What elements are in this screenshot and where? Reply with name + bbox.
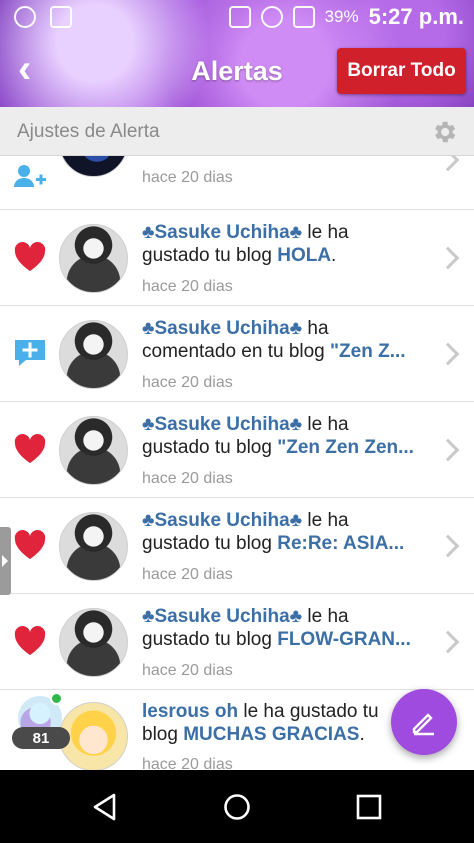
chevron-right-icon (436, 246, 460, 270)
avatar[interactable] (59, 320, 128, 389)
alert-settings-bar[interactable]: Ajustes de Alerta (0, 107, 474, 156)
notification-row[interactable]: ♣Sasuke Uchiha♣ le ha gustado tu blog Re… (0, 498, 474, 594)
notification-time: hace 20 dias (142, 662, 233, 679)
notification-time: hace 20 dias (142, 169, 233, 186)
notification-text: ♣Sasuke Uchiha♣ le ha gustado tu blog FL… (142, 606, 411, 650)
notification-user[interactable]: ♣Sasuke Uchiha♣ (142, 414, 302, 435)
heart-icon (14, 626, 46, 655)
avatar[interactable] (59, 608, 128, 677)
notification-user[interactable]: ♣Sasuke Uchiha♣ (142, 222, 302, 243)
notification-text: ♣Sasuke Uchiha♣ le ha gustado tu blog Re… (142, 510, 405, 554)
drawer-handle[interactable] (0, 527, 11, 595)
battery-percent: 39% (324, 7, 359, 26)
home-circle-icon[interactable] (222, 792, 252, 822)
compose-button[interactable] (391, 689, 457, 755)
notification-time: hace 20 dias (142, 756, 233, 770)
notification-text: ♣Sasuke Uchiha♣ le ha gustado tu blog "Z… (142, 414, 414, 458)
header-banner: 39% 5:27 p.m. ‹ Alertas Borrar Todo (0, 0, 474, 107)
image-notification-icon (50, 6, 72, 28)
notification-row[interactable]: ♣Sasuke Uchiha♣ le ha gustado tu blog FL… (0, 594, 474, 690)
notification-row[interactable]: ♣Sasuke Uchiha♣ le ha gustado tu blog HO… (0, 210, 474, 306)
whatsapp-icon (14, 6, 36, 28)
recents-square-icon[interactable] (354, 792, 384, 822)
notification-time: hace 20 dias (142, 278, 233, 295)
avatar[interactable] (59, 224, 128, 293)
notification-row[interactable]: ♣Sasuke Uchiha♣ ha comentado en tu blog … (0, 306, 474, 402)
clock: 5:27 p.m. (368, 4, 464, 29)
heart-icon (14, 434, 46, 463)
clear-all-button[interactable]: Borrar Todo (337, 48, 466, 94)
notification-row[interactable]: ♣Sasuke Uchiha♣ le ha gustado tu blog "Z… (0, 402, 474, 498)
chevron-right-icon (436, 156, 460, 172)
system-nav-bar (0, 770, 474, 843)
avatar[interactable] (59, 416, 128, 485)
avatar[interactable] (59, 156, 128, 177)
alert-settings-label: Ajustes de Alerta (17, 121, 160, 142)
heart-icon (14, 530, 46, 559)
notification-user[interactable]: ♣Sasuke Uchiha♣ (142, 510, 302, 531)
add-user-icon (14, 165, 46, 187)
pencil-icon (412, 713, 434, 736)
chevron-right-icon (436, 534, 460, 558)
level-badge: 81 (12, 727, 70, 749)
gear-icon[interactable] (430, 118, 458, 146)
chevron-right-icon (436, 630, 460, 654)
notification-object[interactable]: "Zen Zen Zen... (277, 437, 414, 458)
notification-user[interactable]: lesrous oh (142, 701, 238, 722)
heart-icon (14, 242, 46, 271)
notification-object[interactable]: MUCHAS GRACIAS (183, 724, 359, 745)
back-triangle-icon[interactable] (90, 792, 120, 822)
notification-row[interactable]: hace 20 dias (0, 156, 474, 210)
notification-time: hace 20 dias (142, 470, 233, 487)
avatar[interactable] (59, 512, 128, 581)
notification-object[interactable]: HOLA (277, 245, 331, 266)
notification-object[interactable]: FLOW-GRAN... (277, 629, 411, 650)
chevron-right-icon (436, 438, 460, 462)
notification-object[interactable]: Re:Re: ASIA... (277, 533, 404, 554)
notification-time: hace 20 dias (142, 374, 233, 391)
notification-object[interactable]: "Zen Z... (330, 341, 406, 362)
chevron-right-icon (436, 342, 460, 366)
notification-user[interactable]: ♣Sasuke Uchiha♣ (142, 606, 302, 627)
notification-text: ♣Sasuke Uchiha♣ le ha gustado tu blog HO… (142, 222, 349, 266)
signal-icon (292, 6, 315, 28)
vibrate-icon (228, 6, 251, 28)
notification-list[interactable]: hace 20 dias ♣Sasuke Uchiha♣ le ha gusta… (0, 156, 474, 770)
notification-user[interactable]: ♣Sasuke Uchiha♣ (142, 318, 302, 339)
online-status-dot (50, 692, 63, 705)
status-bar: 39% 5:27 p.m. (0, 0, 474, 36)
notification-time: hace 20 dias (142, 566, 233, 583)
notification-text: ♣Sasuke Uchiha♣ ha comentado en tu blog … (142, 318, 406, 362)
comment-icon (15, 340, 45, 366)
wifi-icon (260, 6, 283, 28)
